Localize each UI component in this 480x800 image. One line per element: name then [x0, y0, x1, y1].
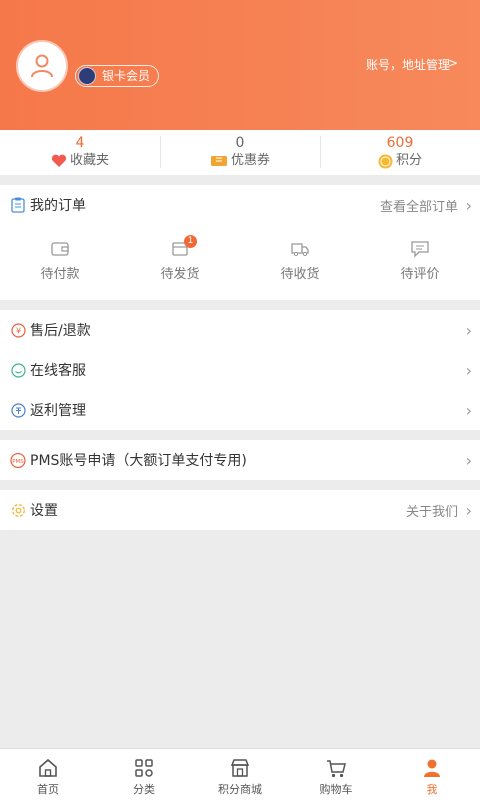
store-icon: [230, 759, 250, 777]
order-status-label: 待付款: [40, 267, 80, 282]
menu-after-sale[interactable]: ¥ 售后/退款 ›: [0, 310, 480, 350]
chevron-right-icon: ›: [465, 450, 472, 470]
favorites-label: 收藏夹: [69, 153, 109, 168]
category-icon: [135, 759, 153, 777]
tab-label: 积分商城: [218, 783, 262, 796]
menu-online-service[interactable]: 在线客服 ›: [0, 350, 480, 390]
truck-icon: [291, 243, 309, 257]
chevron-right-icon: ›: [465, 360, 472, 380]
avatar[interactable]: [16, 40, 68, 92]
tab-cart[interactable]: 购物车: [288, 749, 384, 800]
account-address-link[interactable]: 账号，地址管理: [366, 56, 450, 73]
member-crest-icon: [78, 67, 96, 85]
menu-rebate[interactable]: 返利管理 ›: [0, 390, 480, 430]
cart-icon: [327, 760, 346, 778]
stats-bar: 4 收藏夹 0 优惠券 609 积分: [0, 130, 480, 175]
tab-label: 首页: [37, 783, 59, 796]
refund-icon: ¥: [10, 322, 26, 338]
orders-section: 我的订单 查看全部订单 › 待付款 1 待发货 待收货 待评价: [0, 185, 480, 300]
member-level-badge: 银卡会员: [75, 65, 160, 87]
order-status-label: 待发货: [160, 267, 200, 282]
chevron-right-icon: ›: [465, 195, 472, 215]
tab-label: 我: [426, 783, 438, 796]
clipboard-icon: [11, 197, 25, 213]
stat-favorites[interactable]: 4 收藏夹: [0, 130, 160, 175]
pms-icon: PMS: [10, 452, 26, 468]
menu-settings[interactable]: 设置 关于我们 ›: [0, 490, 480, 530]
rebate-icon: [10, 402, 26, 418]
bottom-tab-bar: 首页 分类 积分商城 购物车 我: [0, 748, 480, 800]
pms-section: PMS PMS账号申请（大额订单支付专用) ›: [0, 440, 480, 480]
chevron-right-icon: ›: [465, 320, 472, 340]
order-status-label: 待收货: [280, 267, 320, 282]
chevron-right-icon: >: [447, 56, 458, 70]
favorites-count: 4: [75, 135, 85, 151]
after-sale-label: 售后/退款: [30, 323, 91, 339]
order-pending-payment[interactable]: 待付款: [0, 225, 120, 300]
home-icon: [39, 758, 57, 777]
tab-label: 分类: [133, 783, 155, 796]
orders-title: 我的订单: [30, 198, 86, 214]
view-all-orders-link[interactable]: 查看全部订单: [380, 196, 458, 215]
tab-points-mall[interactable]: 积分商城: [192, 749, 288, 800]
online-service-label: 在线客服: [30, 363, 86, 379]
chevron-right-icon: ›: [465, 500, 472, 520]
coupons-label: 优惠券: [230, 153, 270, 168]
comment-icon: [411, 241, 429, 258]
chat-smile-icon: [10, 362, 26, 378]
service-menu-section: ¥ 售后/退款 › 在线客服 › 返利管理 ›: [0, 310, 480, 430]
pms-apply-label: PMS账号申请（大额订单支付专用): [30, 453, 247, 469]
settings-label: 设置: [30, 503, 58, 519]
tab-label: 购物车: [319, 783, 353, 796]
rebate-label: 返利管理: [30, 403, 86, 419]
gear-icon: [11, 503, 25, 517]
order-status-row: 待付款 1 待发货 待收货 待评价: [0, 225, 480, 300]
menu-pms-apply[interactable]: PMS PMS账号申请（大额订单支付专用) ›: [0, 440, 480, 480]
heart-icon: [51, 154, 67, 167]
order-status-label: 待评价: [400, 267, 440, 282]
settings-section: 设置 关于我们 ›: [0, 490, 480, 530]
tab-category[interactable]: 分类: [96, 749, 192, 800]
person-icon: [424, 759, 440, 777]
orders-header[interactable]: 我的订单 查看全部订单 ›: [0, 185, 480, 225]
wallet-icon: [51, 242, 69, 256]
order-pending-shipment[interactable]: 1 待发货: [120, 225, 240, 300]
order-pending-receipt[interactable]: 待收货: [240, 225, 360, 300]
tab-home[interactable]: 首页: [0, 749, 96, 800]
coupons-count: 0: [235, 135, 245, 151]
svg-text:¥: ¥: [15, 326, 20, 335]
chevron-right-icon: ›: [465, 400, 472, 420]
user-icon: [31, 54, 53, 78]
profile-header: 银卡会员 账号，地址管理 >: [0, 0, 480, 130]
about-us-link[interactable]: 关于我们: [406, 501, 458, 520]
order-count-badge: 1: [184, 235, 197, 248]
svg-text:PMS: PMS: [12, 459, 24, 465]
coupon-icon: [210, 156, 227, 166]
member-level-label: 银卡会员: [102, 69, 151, 83]
points-coin-icon: [378, 154, 393, 168]
points-label: 积分: [395, 153, 422, 168]
order-pending-review[interactable]: 待评价: [360, 225, 480, 300]
stat-coupons[interactable]: 0 优惠券: [160, 130, 320, 175]
stat-points[interactable]: 609 积分: [320, 130, 480, 175]
points-count: 609: [386, 135, 414, 151]
tab-me[interactable]: 我: [384, 749, 480, 800]
